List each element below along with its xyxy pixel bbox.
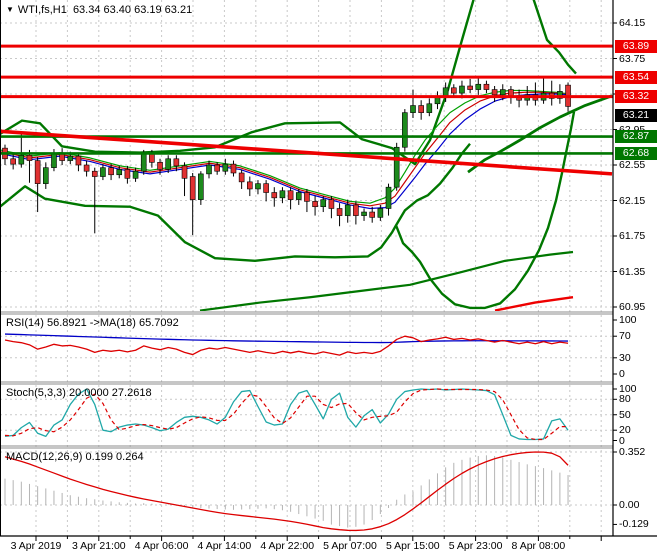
y-axis-label: 64.15 — [619, 17, 646, 29]
y-axis-label: 62.15 — [619, 194, 646, 207]
macd-axis-label: -0.129 — [619, 518, 649, 531]
chart-title: ▼ WTI,fs,H1 63.34 63.40 63.19 63.21 — [6, 4, 192, 16]
stoch-indicator-label: Stoch(5,3,3) 20.0000 27.2618 — [6, 387, 152, 399]
rsi-lines — [4, 333, 569, 356]
time-label: 4 Apr 22:00 — [260, 540, 315, 552]
stoch-axis-label: 50 — [619, 408, 631, 421]
rsi-indicator-label: RSI(14) 56.8921 ->MA(18) 65.7092 — [6, 317, 179, 329]
time-label: 3 Apr 2019 — [10, 540, 62, 552]
level-lines — [0, 44, 613, 176]
ohlc-values: 63.34 63.40 63.19 63.21 — [72, 4, 193, 16]
level-price-badge: 63.89 — [615, 39, 657, 53]
macd-axis-label: 0.00 — [619, 499, 640, 511]
time-label: 8 Apr 08:00 — [511, 540, 566, 552]
macd-indicator-label: MACD(12,26,9) 0.199 0.264 — [6, 451, 144, 463]
symbol-period-label: WTI,fs,H1 — [17, 4, 67, 16]
stoch-axis-label: 0 — [619, 434, 625, 447]
time-label: 4 Apr 14:00 — [197, 540, 252, 552]
time-label: 3 Apr 21:00 — [71, 540, 126, 552]
stoch-axis-label: 80 — [619, 393, 631, 406]
current-price-badge: 63.21 — [615, 109, 657, 123]
time-label: 5 Apr 07:00 — [323, 540, 377, 552]
y-axis-label: 62.55 — [619, 159, 646, 171]
level-price-badge: 62.87 — [615, 130, 657, 144]
collapse-triangle-icon[interactable]: ▼ — [6, 5, 14, 14]
macd-axis-label: 0.352 — [619, 445, 646, 458]
time-label: 4 Apr 06:00 — [134, 540, 189, 552]
level-price-badge: 62.68 — [615, 146, 657, 160]
y-axis-label: 63.75 — [619, 52, 646, 65]
y-axis-label: 61.75 — [619, 230, 646, 242]
level-price-badge: 63.32 — [615, 90, 657, 104]
time-label: 5 Apr 15:00 — [385, 540, 440, 552]
candles — [2, 77, 571, 236]
chart-plot-area[interactable] — [0, 0, 660, 560]
y-axis-label: 60.95 — [619, 301, 646, 313]
y-axis-label: 61.35 — [619, 265, 646, 278]
time-label: 5 Apr 23:00 — [448, 540, 503, 552]
level-price-badge: 63.54 — [615, 70, 657, 84]
macd-plot — [4, 451, 569, 532]
rsi-axis-label: 70 — [619, 330, 631, 343]
rsi-axis-label: 0 — [619, 368, 625, 380]
rsi-axis-label: 30 — [619, 351, 631, 364]
chart-window: ▼ WTI,fs,H1 63.34 63.40 63.19 63.21 RSI(1… — [0, 0, 660, 560]
rsi-axis-label: 100 — [619, 314, 637, 326]
